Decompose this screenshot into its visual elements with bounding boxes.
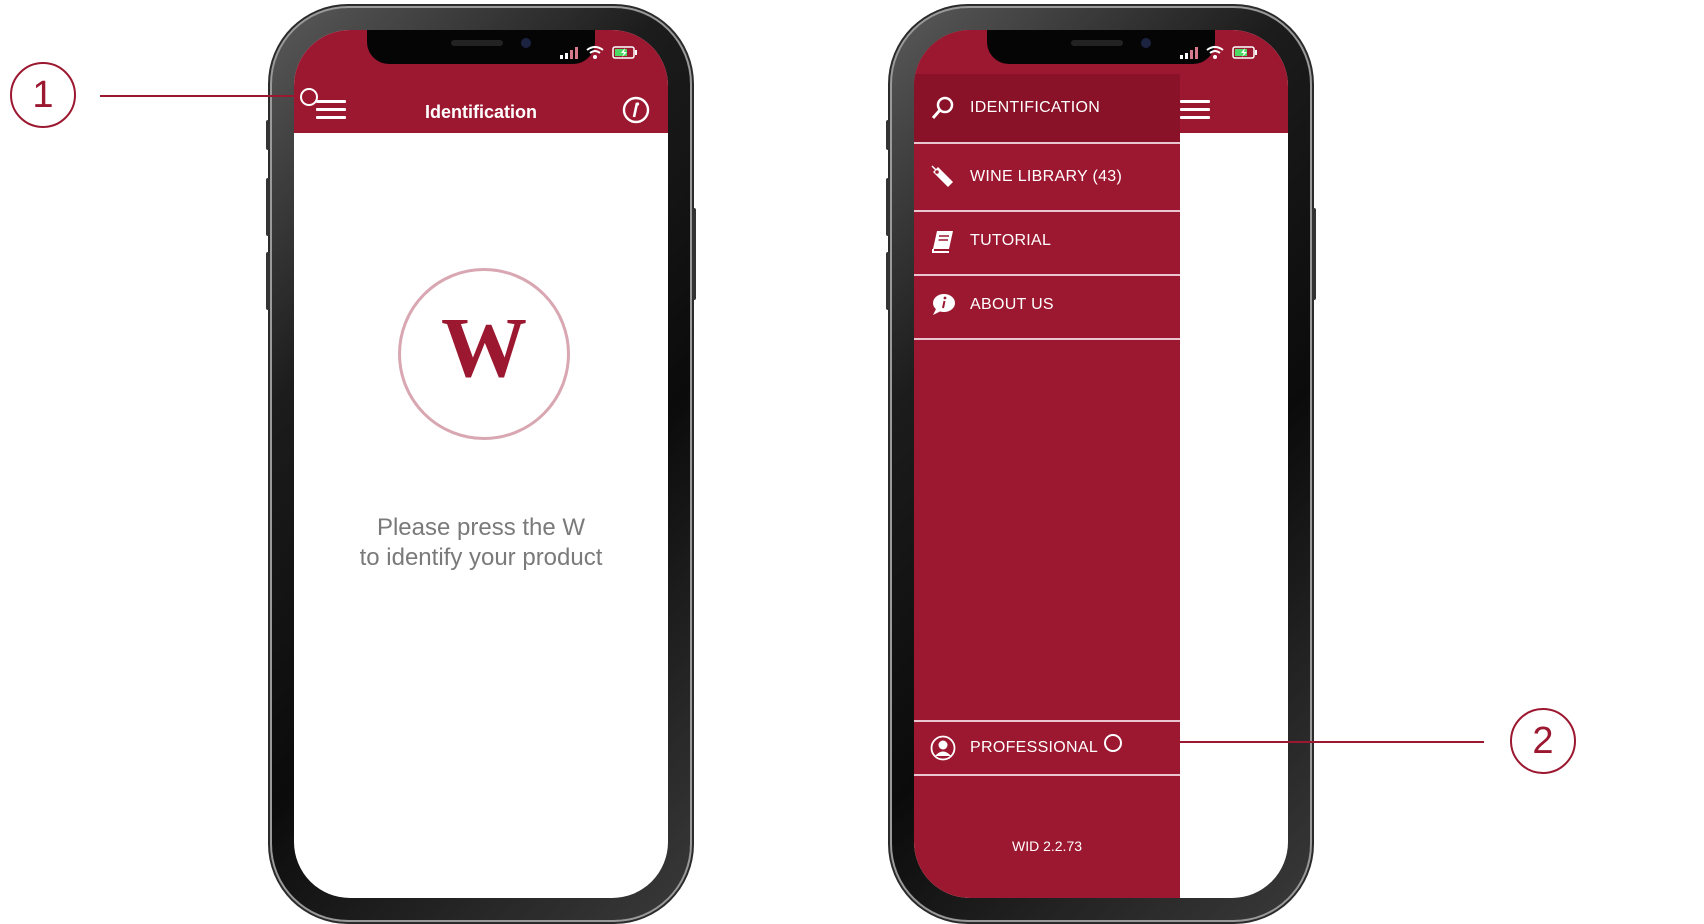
- wifi-icon: [586, 46, 604, 59]
- menu-item-wine-library[interactable]: WINE LIBRARY (43): [914, 144, 1180, 212]
- menu-item-identification[interactable]: IDENTIFICATION: [914, 74, 1180, 144]
- menu-item-label: PROFESSIONAL: [970, 739, 1099, 756]
- hint-line: Please press the W: [376, 514, 586, 541]
- menu-item-label: TUTORIAL: [970, 232, 1052, 249]
- info-icon[interactable]: [622, 96, 650, 124]
- side-menu: IDENTIFICATION WINE LIBRARY (43) TUTORIA…: [914, 30, 1180, 898]
- search-icon: [928, 93, 958, 123]
- identify-w-button[interactable]: W: [398, 268, 570, 440]
- book-icon: [928, 226, 958, 256]
- signal-icon: [1180, 46, 1198, 59]
- app-version: WID 2.2.73: [1011, 838, 1083, 854]
- status-bar: [560, 46, 638, 59]
- user-icon: [928, 733, 958, 763]
- left-phone: Identification W Please press the W to i…: [266, 8, 696, 920]
- wifi-icon: [1206, 46, 1224, 59]
- callout-dot: [1104, 734, 1122, 752]
- side-button: [266, 252, 270, 310]
- side-button: [1312, 208, 1316, 300]
- callout-dot: [300, 88, 318, 106]
- side-button: [886, 178, 890, 236]
- w-logo: W: [441, 299, 527, 395]
- screen: Identification W Please press the W to i…: [294, 30, 668, 898]
- hint-line: to identify your product: [359, 544, 603, 571]
- menu-item-label: ABOUT US: [970, 296, 1054, 313]
- menu-item-label: IDENTIFICATION: [970, 99, 1101, 116]
- status-bar: [1180, 46, 1258, 59]
- menu-item-professional[interactable]: PROFESSIONAL: [914, 720, 1180, 776]
- side-button: [266, 178, 270, 236]
- callout-number: 1: [10, 62, 76, 128]
- battery-icon: [1232, 46, 1257, 59]
- side-button: [886, 120, 890, 150]
- page-title: Identification: [425, 102, 537, 122]
- side-button: [266, 120, 270, 150]
- menu-icon[interactable]: [1180, 100, 1210, 120]
- side-button: [886, 252, 890, 310]
- menu-item-label: WINE LIBRARY (43): [970, 168, 1123, 185]
- screen: IDENTIFICATION WINE LIBRARY (43) TUTORIA…: [914, 30, 1288, 898]
- menu-item-about-us[interactable]: ABOUT US: [914, 272, 1180, 340]
- right-phone: IDENTIFICATION WINE LIBRARY (43) TUTORIA…: [886, 8, 1316, 920]
- battery-icon: [612, 46, 637, 59]
- signal-icon: [560, 46, 578, 59]
- callout-line: [100, 95, 312, 97]
- callout-line: [1116, 741, 1484, 743]
- side-button: [692, 208, 696, 300]
- info-bubble-icon: [928, 290, 958, 320]
- callout-number: 2: [1510, 708, 1576, 774]
- tag-icon: [928, 162, 958, 192]
- menu-item-tutorial[interactable]: TUTORIAL: [914, 208, 1180, 276]
- instruction-text: Please press the W to identify your prod…: [294, 513, 668, 573]
